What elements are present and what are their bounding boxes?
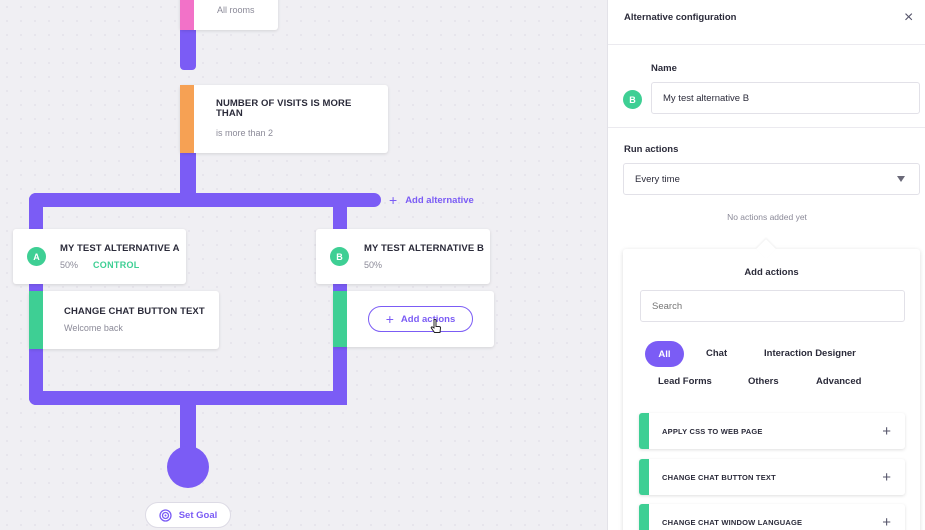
filter-chip-others[interactable]: Others xyxy=(748,376,779,387)
control-tag: CONTROL xyxy=(93,260,140,270)
plus-icon[interactable]: + xyxy=(882,504,891,530)
action-list-item[interactable]: CHANGE CHAT BUTTON TEXT + xyxy=(639,459,905,495)
add-actions-card: + Add actions xyxy=(333,291,494,347)
alternative-config-panel: Alternative configuration × Name B My te… xyxy=(607,0,925,530)
action-label: CHANGE CHAT BUTTON TEXT xyxy=(662,472,776,482)
flow-branch-bar xyxy=(29,193,381,207)
visits-condition-card[interactable]: NUMBER OF VISITS IS MORE THAN is more th… xyxy=(180,85,388,153)
plus-icon: + xyxy=(385,311,394,327)
popover-title: Add actions xyxy=(744,267,799,278)
action-stripe xyxy=(639,504,649,530)
flow-connector xyxy=(180,150,196,198)
alternative-badge: A xyxy=(27,247,46,266)
card-subtitle: All rooms xyxy=(217,5,255,15)
add-alternative-label: Add alternative xyxy=(405,194,474,206)
close-icon[interactable]: × xyxy=(904,9,913,27)
caret-down-icon xyxy=(897,176,905,182)
action-list-item[interactable]: APPLY CSS TO WEB PAGE + xyxy=(639,413,905,449)
card-title: NUMBER OF VISITS IS MORE THAN xyxy=(216,98,352,119)
action-subtitle: Welcome back xyxy=(64,323,123,333)
flow-connector xyxy=(180,30,196,70)
filter-chip-all[interactable]: All xyxy=(645,341,684,367)
popover-arrow xyxy=(756,239,776,259)
hand-cursor-icon xyxy=(430,319,442,333)
set-goal-button[interactable]: Set Goal xyxy=(145,502,231,528)
add-alternative-button[interactable]: + Add alternative xyxy=(389,193,474,207)
action-list-item[interactable]: CHANGE CHAT WINDOW LANGUAGE + xyxy=(639,504,905,530)
card-stripe xyxy=(180,0,194,30)
plus-icon[interactable]: + xyxy=(882,459,891,495)
add-actions-label: Add actions xyxy=(400,313,456,325)
no-actions-text: No actions added yet xyxy=(727,212,807,222)
run-actions-select[interactable]: Every time xyxy=(623,163,920,195)
set-goal-label: Set Goal xyxy=(178,509,218,521)
run-actions-label: Run actions xyxy=(624,144,679,155)
plus-icon[interactable]: + xyxy=(882,413,891,449)
divider xyxy=(608,44,925,45)
card-stripe xyxy=(333,291,347,347)
name-badge: B xyxy=(623,90,642,109)
card-stripe xyxy=(29,291,43,349)
plus-icon: + xyxy=(389,192,398,208)
alternative-b-card[interactable]: B MY TEST ALTERNATIVE B 50% xyxy=(316,229,490,284)
filter-chip-lead-forms[interactable]: Lead Forms xyxy=(658,376,712,387)
flow-canvas: All rooms NUMBER OF VISITS IS MORE THAN … xyxy=(0,0,607,530)
rooms-condition-card[interactable]: All rooms xyxy=(180,0,278,30)
add-actions-button[interactable]: + Add actions xyxy=(368,306,473,332)
card-subtitle: is more than 2 xyxy=(216,128,274,138)
panel-title: Alternative configuration xyxy=(624,12,737,23)
run-actions-value: Every time xyxy=(635,173,680,185)
filter-chip-chat[interactable]: Chat xyxy=(706,348,727,359)
alternative-percent: 50% xyxy=(60,260,79,270)
card-stripe xyxy=(180,85,194,153)
filter-chip-advanced[interactable]: Advanced xyxy=(816,376,861,387)
alternative-title: MY TEST ALTERNATIVE B xyxy=(364,243,484,254)
action-label: CHANGE CHAT WINDOW LANGUAGE xyxy=(662,517,803,527)
target-icon xyxy=(159,508,172,522)
alternative-title: MY TEST ALTERNATIVE A xyxy=(60,243,180,254)
name-input[interactable]: My test alternative B xyxy=(651,82,920,114)
action-stripe xyxy=(639,413,649,449)
action-label: APPLY CSS TO WEB PAGE xyxy=(662,426,763,436)
action-stripe xyxy=(639,459,649,495)
name-label: Name xyxy=(651,63,677,74)
search-input[interactable] xyxy=(640,290,905,322)
alternative-a-card[interactable]: A MY TEST ALTERNATIVE A 50% CONTROL xyxy=(13,229,186,284)
divider xyxy=(608,127,925,128)
alternative-percent: 50% xyxy=(364,260,383,270)
filter-chip-interaction-designer[interactable]: Interaction Designer xyxy=(764,348,856,359)
action-title: CHANGE CHAT BUTTON TEXT xyxy=(64,306,205,317)
action-card[interactable]: CHANGE CHAT BUTTON TEXT Welcome back xyxy=(29,291,219,349)
alternative-badge: B xyxy=(330,247,349,266)
flow-end-node xyxy=(167,446,209,488)
